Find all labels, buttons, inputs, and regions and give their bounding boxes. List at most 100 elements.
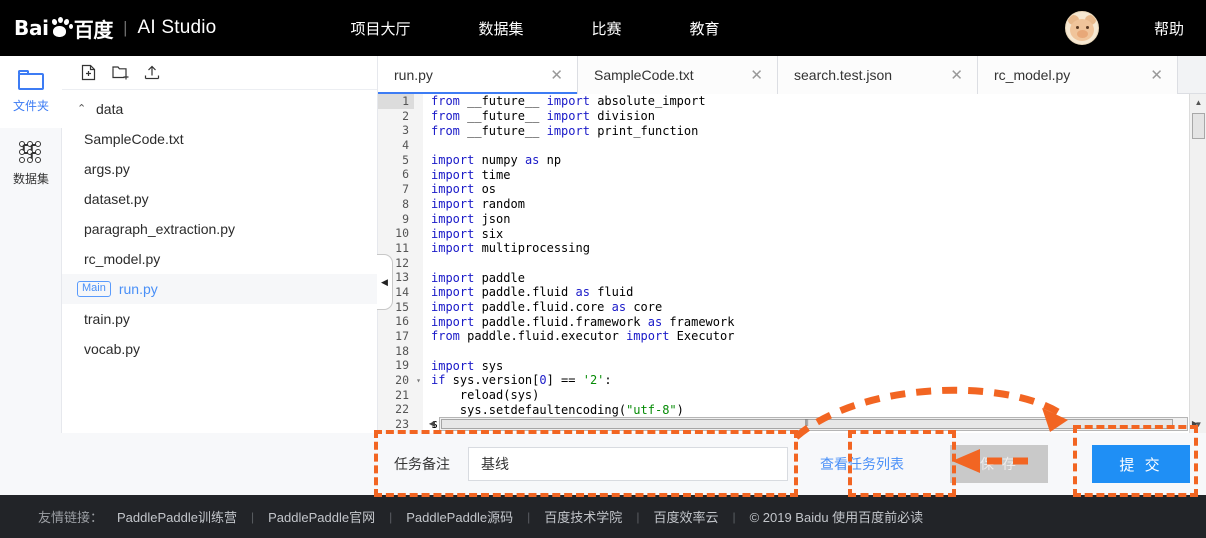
footer-link-efficiency-cloud[interactable]: 百度效率云 — [653, 507, 718, 526]
sidebar-item-folder[interactable]: 文件夹 — [0, 56, 62, 128]
scroll-up-icon[interactable]: ▲ — [1190, 94, 1206, 111]
footer-separator: | — [527, 509, 531, 524]
footer-link-training[interactable]: PaddlePaddle训练营 — [117, 507, 237, 526]
code-text: from __future__ import absolute_import — [431, 94, 706, 109]
code-text: import json — [431, 211, 511, 226]
horizontal-scroll-thumb[interactable]: ⦀ — [441, 418, 1174, 429]
file-panel-footer-spacer — [0, 433, 378, 495]
close-icon[interactable]: ✕ — [950, 68, 963, 83]
nav-item-datasets[interactable]: 数据集 — [444, 18, 557, 39]
list-item-run-py[interactable]: Main run.py — [62, 274, 377, 304]
submit-button[interactable]: 提 交 — [1092, 445, 1190, 483]
nav-item-projects[interactable]: 项目大厅 — [316, 18, 444, 39]
file-name: train.py — [84, 311, 130, 327]
list-item[interactable]: vocab.py — [62, 334, 377, 364]
code-text: import time — [431, 167, 511, 182]
code-line: 6 import time — [378, 167, 1188, 183]
fold-toggle-icon[interactable]: ▾ — [414, 373, 423, 388]
task-action-bar: 任务备注 查看任务列表 保 存 提 交 — [378, 433, 1206, 495]
close-icon[interactable]: ✕ — [750, 68, 763, 83]
line-number: 9 — [378, 211, 414, 227]
line-number: 18 — [378, 343, 414, 359]
list-item[interactable]: args.py — [62, 154, 377, 184]
nav-item-education[interactable]: 教育 — [655, 18, 753, 39]
horizontal-scroll-track[interactable]: ⦀ — [439, 416, 1188, 431]
code-text: import os — [431, 182, 497, 197]
tab-label: run.py — [394, 67, 433, 83]
code-line: 9 import json — [378, 211, 1188, 227]
footer-link-academy[interactable]: 百度技术学院 — [544, 507, 622, 526]
editor-tabbar: run.py ✕ SampleCode.txt ✕ search.test.js… — [378, 56, 1206, 95]
fold-toggle-icon — [414, 152, 423, 168]
code-text: import paddle.fluid.framework as framewo… — [431, 314, 735, 329]
logo-baidu-cn: 百度 — [73, 17, 114, 42]
footer-link-official[interactable]: PaddlePaddle官网 — [268, 507, 375, 526]
tab-rc-model-py[interactable]: rc_model.py ✕ — [978, 56, 1178, 94]
line-number: 1 — [378, 94, 414, 109]
file-tree-folder-data[interactable]: ⌃ data — [62, 94, 377, 124]
fold-toggle-icon — [414, 94, 423, 109]
line-number: 21 — [378, 387, 414, 403]
vertical-scroll-thumb[interactable] — [1192, 113, 1205, 139]
footer-separator: | — [636, 509, 640, 524]
help-link[interactable]: 帮助 — [1154, 18, 1184, 39]
code-line: 7 import os — [378, 182, 1188, 197]
footer-link-source[interactable]: PaddlePaddle源码 — [406, 507, 513, 526]
chevron-up-icon[interactable]: ⌃ — [77, 102, 90, 115]
save-button[interactable]: 保 存 — [950, 445, 1048, 483]
footer-separator: | — [250, 509, 255, 524]
editor-horizontal-scrollbar[interactable]: ◀ ⦀ ▶ — [425, 416, 1198, 431]
scroll-left-icon[interactable]: ◀ — [425, 416, 439, 431]
new-file-icon[interactable] — [72, 60, 104, 86]
list-item[interactable]: SampleCode.txt — [62, 124, 377, 154]
new-folder-icon[interactable] — [104, 60, 136, 86]
list-item[interactable]: dataset.py — [62, 184, 377, 214]
code-area[interactable]: 1 from __future__ import absolute_import 2… — [377, 94, 1206, 433]
list-item[interactable]: rc_model.py — [62, 244, 377, 274]
file-explorer-panel: ⌃ data SampleCode.txt args.py dataset.py… — [62, 56, 378, 495]
tab-samplecode-txt[interactable]: SampleCode.txt ✕ — [578, 56, 778, 94]
code-lines[interactable]: 1 from __future__ import absolute_import 2… — [378, 94, 1188, 433]
top-header: Bai 百度 | AI Studio 项目大厅 数据集 比赛 教育 帮助 — [0, 0, 1206, 56]
fold-toggle-icon — [414, 182, 423, 197]
code-text: reload(sys) — [431, 388, 540, 403]
editor-vertical-scrollbar[interactable]: ▲ ▼ — [1189, 94, 1206, 433]
line-number: 8 — [378, 196, 414, 212]
code-line: 15 import paddle.fluid.core as core — [378, 299, 1188, 315]
code-line: 10 import six — [378, 226, 1188, 241]
panel-collapse-handle[interactable]: ◀ — [377, 254, 393, 310]
close-icon[interactable]: ✕ — [1150, 68, 1163, 83]
product-name: AI Studio — [137, 17, 217, 38]
footer-separator: | — [732, 509, 736, 524]
footer-copyright: © 2019 Baidu 使用百度前必读 — [749, 510, 924, 525]
main-nav: 项目大厅 数据集 比赛 教育 — [316, 18, 753, 39]
sidebar-item-dataset[interactable]: 数据集 — [0, 128, 62, 200]
tab-run-py[interactable]: run.py ✕ — [378, 56, 578, 95]
list-item[interactable]: train.py — [62, 304, 377, 334]
list-item[interactable]: paragraph_extraction.py — [62, 214, 377, 244]
code-line: 21 reload(sys) — [378, 387, 1188, 403]
line-number: 3 — [378, 123, 414, 139]
code-line: 11 import multiprocessing — [378, 240, 1188, 256]
baidu-logo[interactable]: Bai 百度 | AI Studio — [14, 14, 216, 43]
view-task-list-link[interactable]: 查看任务列表 — [820, 454, 904, 474]
nav-item-competitions[interactable]: 比赛 — [557, 18, 655, 39]
fold-toggle-icon — [414, 343, 423, 359]
line-number: 23 — [378, 417, 414, 432]
code-text: import paddle — [431, 270, 525, 285]
fold-toggle-icon — [414, 138, 423, 153]
fold-toggle-icon — [414, 417, 423, 432]
avatar[interactable] — [1064, 11, 1099, 45]
code-text: import sys — [431, 358, 504, 373]
tab-search-test-json[interactable]: search.test.json ✕ — [778, 56, 978, 94]
remark-input[interactable] — [468, 447, 788, 481]
fold-toggle-icon — [414, 108, 423, 124]
code-line: 8 import random — [378, 196, 1188, 212]
close-icon[interactable]: ✕ — [550, 68, 563, 83]
file-name: dataset.py — [84, 191, 149, 207]
fold-toggle-icon — [414, 329, 423, 344]
scroll-right-icon[interactable]: ▶ — [1188, 416, 1202, 431]
line-number: 7 — [378, 182, 414, 197]
upload-icon[interactable] — [136, 60, 168, 86]
fold-toggle-icon — [414, 314, 423, 329]
